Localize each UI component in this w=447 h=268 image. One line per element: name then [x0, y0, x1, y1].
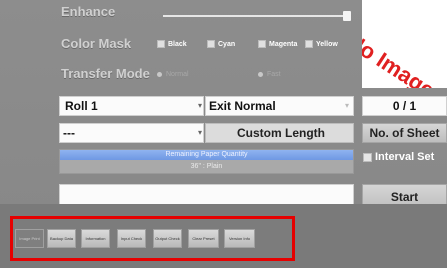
checkbox-icon	[305, 40, 313, 48]
exit-dropdown-arrow-icon[interactable]: ▾	[345, 101, 349, 110]
custom-length-button[interactable]: Custom Length	[205, 123, 354, 143]
backup-data-button[interactable]: Backup Data	[47, 229, 76, 248]
color-mask-cyan-checkbox[interactable]: Cyan	[207, 40, 235, 48]
input-check-button[interactable]: Input Check	[117, 229, 146, 248]
interval-set-label: Interval Set	[375, 151, 435, 163]
exit-select-value: Exit Normal	[209, 99, 276, 113]
version-info-label: Version Info	[228, 236, 251, 241]
sheet-counter-value: 0 / 1	[392, 99, 417, 113]
color-mask-black-checkbox[interactable]: Black	[157, 40, 187, 48]
main-panel: Enhance Color Mask Black Cyan Magenta Ye…	[0, 0, 447, 268]
color-mask-yellow-label: Yellow	[316, 40, 338, 48]
checkbox-icon	[258, 40, 266, 48]
radio-icon	[258, 72, 263, 77]
transfer-mode-label: Transfer Mode	[61, 66, 150, 81]
start-label: Start	[390, 190, 419, 204]
image-print-button[interactable]: Image Print	[15, 229, 44, 248]
no-image-text: No Image	[362, 28, 440, 88]
output-check-label: Output Check	[155, 236, 180, 241]
interval-set-checkbox[interactable]: Interval Set	[363, 151, 434, 163]
image-preview: No Image	[362, 0, 447, 88]
clear-preset-button[interactable]: Clear Preset	[188, 229, 219, 248]
transfer-mode-fast-label: Fast	[267, 71, 281, 78]
size-select[interactable]: ---	[59, 123, 204, 143]
enhance-label: Enhance	[61, 4, 116, 19]
custom-length-label: Custom Length	[237, 126, 325, 140]
enhance-slider-handle[interactable]	[343, 11, 351, 21]
color-mask-yellow-checkbox[interactable]: Yellow	[305, 40, 338, 48]
output-check-button[interactable]: Output Check	[153, 229, 182, 248]
exit-select[interactable]: Exit Normal	[205, 96, 354, 116]
transfer-mode-normal-label: Normal	[166, 71, 189, 78]
radio-icon	[157, 72, 162, 77]
transfer-mode-fast-radio[interactable]: Fast	[258, 71, 281, 78]
version-info-button[interactable]: Version Info	[224, 229, 255, 248]
remaining-paper-label: Remaining Paper Quantity	[165, 151, 248, 158]
image-print-label: Image Print	[19, 236, 40, 241]
color-mask-magenta-checkbox[interactable]: Magenta	[258, 40, 297, 48]
input-check-label: Input Check	[120, 236, 143, 241]
sheet-counter: 0 / 1	[362, 96, 447, 116]
remaining-paper-detail: 36" : Plain	[190, 163, 223, 170]
checkbox-icon	[363, 152, 372, 162]
color-mask-cyan-label: Cyan	[218, 40, 236, 48]
color-mask-black-label: Black	[168, 40, 187, 48]
clear-preset-label: Clear Preset	[192, 236, 215, 241]
color-mask-label: Color Mask	[61, 36, 132, 51]
enhance-slider-track[interactable]	[163, 15, 348, 17]
roll-select-value: Roll 1	[65, 99, 98, 113]
remaining-paper-indicator: Remaining Paper Quantity 36" : Plain	[59, 149, 354, 174]
information-label: Information	[85, 236, 106, 241]
checkbox-icon	[207, 40, 215, 48]
size-dropdown-arrow-icon[interactable]: ▾	[198, 128, 202, 137]
transfer-mode-normal-radio[interactable]: Normal	[157, 71, 189, 78]
no-of-sheet-label: No. of Sheet	[369, 126, 440, 140]
information-button[interactable]: Information	[81, 229, 110, 248]
bottom-toolbar: Image Print Backup Data Information Inpu…	[10, 216, 295, 261]
roll-dropdown-arrow-icon[interactable]: ▾	[198, 101, 202, 110]
checkbox-icon	[157, 40, 165, 48]
backup-data-label: Backup Data	[50, 236, 73, 241]
size-select-value: ---	[63, 126, 75, 140]
roll-select[interactable]: Roll 1	[59, 96, 204, 116]
no-of-sheet-button[interactable]: No. of Sheet	[362, 123, 447, 143]
color-mask-magenta-label: Magenta	[269, 40, 298, 48]
